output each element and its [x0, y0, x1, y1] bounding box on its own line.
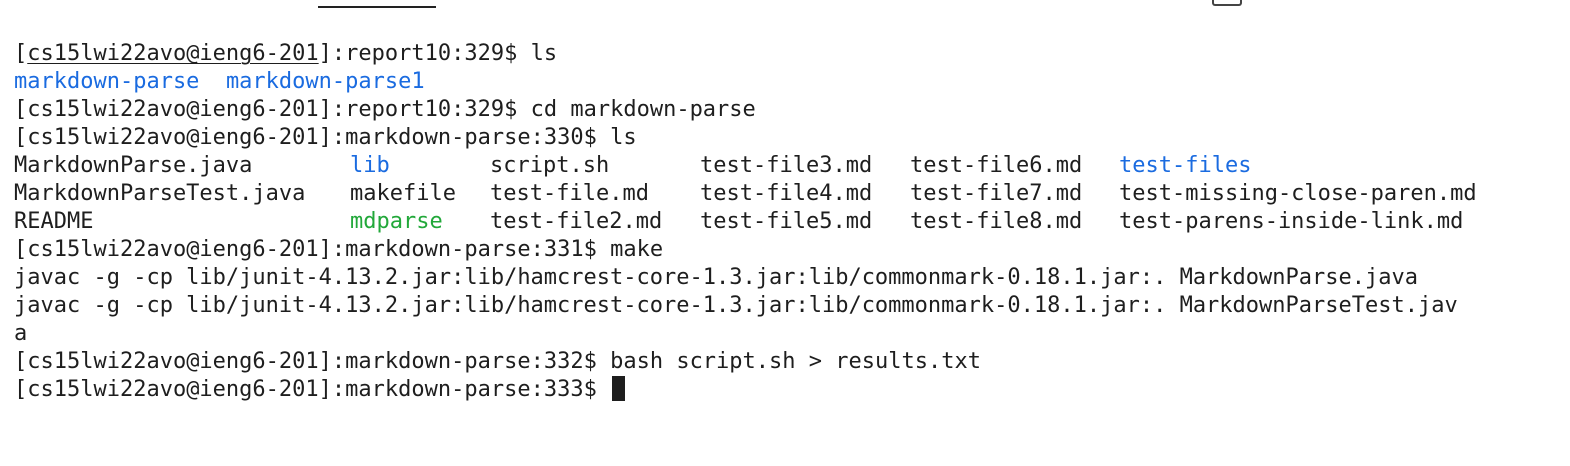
command-text: cd markdown-parse	[530, 97, 756, 122]
dir-entry: markdown-parse1	[225, 69, 425, 94]
prompt-num: 331	[543, 237, 584, 262]
user-host: cs15lwi22avo@ieng6-201	[27, 41, 319, 66]
user-host: cs15lwi22avo@ieng6-201	[27, 237, 319, 262]
prompt-num: 333	[543, 377, 584, 402]
prompt-line: [cs15lwi22avo@ieng6-201]:report10:329$ l…	[14, 41, 558, 66]
command-text: bash script.sh > results.txt	[610, 349, 981, 374]
prompt-line: [cs15lwi22avo@ieng6-201]:markdown-parse:…	[14, 125, 637, 150]
file-entry: test-missing-close-paren.md	[1119, 181, 1477, 206]
terminal-output[interactable]: [cs15lwi22avo@ieng6-201]:report10:329$ l…	[14, 40, 1570, 404]
dir-entry: test-files	[1119, 153, 1252, 178]
executable-entry: mdparse	[350, 209, 443, 234]
file-entry: makefile	[350, 181, 456, 206]
listing-row: README mdparse test-file2.md test-file5.…	[14, 208, 1570, 236]
file-entry: test-parens-inside-link.md	[1119, 209, 1464, 234]
user-host: cs15lwi22avo@ieng6-201	[27, 377, 319, 402]
user-host: cs15lwi22avo@ieng6-201	[27, 125, 319, 150]
dir-entry: markdown-parse	[14, 69, 200, 94]
user-host: cs15lwi22avo@ieng6-201	[27, 97, 319, 122]
file-entry: script.sh	[490, 153, 610, 178]
output-line: javac -g -cp lib/junit-4.13.2.jar:lib/ha…	[14, 293, 1458, 318]
dir-entry: lib	[350, 153, 390, 178]
prompt-line: [cs15lwi22avo@ieng6-201]:markdown-parse:…	[14, 237, 664, 262]
prompt-dir: markdown-parse	[345, 377, 531, 402]
file-entry: test-file6.md	[910, 153, 1083, 178]
prompt-num: 330	[543, 125, 584, 150]
file-entry: test-file.md	[490, 181, 649, 206]
listing-row: MarkdownParseTest.java makefile test-fil…	[14, 180, 1570, 208]
file-entry: test-file4.md	[700, 181, 873, 206]
file-entry: README	[14, 209, 94, 234]
prompt-line: [cs15lwi22avo@ieng6-201]:report10:329$ c…	[14, 97, 756, 122]
prompt-dir: markdown-parse	[345, 349, 531, 374]
top-underline-fragment	[318, 6, 436, 8]
prompt-dir: markdown-parse	[345, 237, 531, 262]
command-text: ls	[610, 125, 637, 150]
output-line: javac -g -cp lib/junit-4.13.2.jar:lib/ha…	[14, 265, 1418, 290]
output-line: a	[14, 321, 28, 346]
prompt-line: [cs15lwi22avo@ieng6-201]:markdown-parse:…	[14, 349, 981, 374]
prompt-dir: report10	[345, 41, 452, 66]
file-entry: test-file3.md	[700, 153, 873, 178]
listing-row: MarkdownParse.java lib script.sh test-fi…	[14, 152, 1570, 180]
file-entry: MarkdownParseTest.java	[14, 181, 306, 206]
command-text: make	[610, 237, 664, 262]
file-entry: test-file2.md	[490, 209, 663, 234]
file-entry: test-file5.md	[700, 209, 873, 234]
active-prompt-line[interactable]: [cs15lwi22avo@ieng6-201]:markdown-parse:…	[14, 376, 1570, 404]
prompt-num: 329	[464, 41, 505, 66]
top-edge-mark	[1212, 0, 1242, 6]
prompt-dir: markdown-parse	[345, 125, 531, 150]
text-cursor	[612, 376, 626, 401]
command-text: ls	[530, 41, 558, 66]
user-host: cs15lwi22avo@ieng6-201	[27, 349, 319, 374]
prompt-num: 329	[464, 97, 505, 122]
file-entry: MarkdownParse.java	[14, 153, 253, 178]
file-entry: test-file7.md	[910, 181, 1083, 206]
prompt-num: 332	[543, 349, 584, 374]
output-line: markdown-parse markdown-parse1	[14, 68, 1570, 96]
prompt-dir: report10	[345, 97, 452, 122]
file-entry: test-file8.md	[910, 209, 1083, 234]
